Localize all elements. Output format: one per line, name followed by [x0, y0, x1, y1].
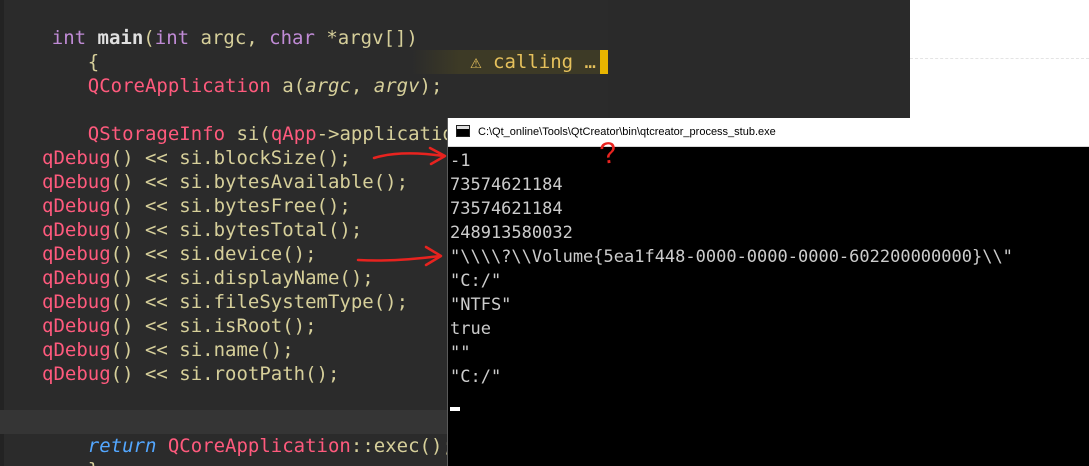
console-output-line: -1: [450, 151, 471, 171]
warning-marker[interactable]: [600, 50, 608, 74]
function-qdebug: qDebug: [42, 171, 111, 193]
function-qdebug: qDebug: [42, 267, 111, 289]
param-argc: argc,: [200, 27, 270, 49]
function-qdebug: qDebug: [42, 315, 111, 337]
console-cursor: [450, 407, 460, 411]
console-output-line: "NTFS": [450, 295, 512, 315]
qdebug-expression: () << si.bytesAvailable();: [110, 171, 409, 193]
qdebug-expression: () << si.bytesTotal();: [110, 219, 363, 241]
close-brace: }: [88, 459, 99, 466]
console-output-line: true: [450, 319, 491, 339]
console-window[interactable]: C:\Qt_online\Tools\QtCreator\bin\qtcreat…: [447, 118, 1089, 466]
background-panel-dark: [608, 0, 910, 118]
function-main: main: [97, 27, 144, 49]
code-line-qcoreapplication[interactable]: QCoreApplication a(argc, argv);: [42, 50, 443, 97]
qdebug-expression: () << si.displayName();: [110, 267, 374, 289]
qdebug-expression: () << si.name();: [110, 339, 294, 361]
red-arrow-icon: [356, 245, 443, 267]
paren: (: [143, 27, 155, 49]
code-line-qdebug[interactable]: qDebug() << si.rootPath();: [42, 362, 339, 386]
code-line-qdebug[interactable]: qDebug() << si.bytesTotal();: [42, 218, 362, 242]
console-output-line: "C:/": [450, 271, 502, 291]
keyword-char: char: [269, 27, 327, 49]
class-qcoreapplication: QCoreApplication: [167, 435, 351, 457]
keyword-int-param: int: [154, 27, 201, 49]
console-window-icon: [456, 125, 470, 137]
code-line-qdebug[interactable]: qDebug() << si.device();: [42, 242, 317, 266]
call-exec: ::exec();: [350, 435, 454, 457]
code-line-qdebug[interactable]: qDebug() << si.bytesFree();: [42, 194, 351, 218]
code-line-close-brace[interactable]: }: [42, 434, 99, 466]
macro-qapp: qApp: [270, 123, 317, 145]
console-output-line: 73574621184: [450, 175, 563, 195]
comma: ,: [350, 75, 374, 97]
code-line-qdebug[interactable]: qDebug() << si.blockSize();: [42, 146, 351, 170]
function-qdebug: qDebug: [42, 195, 111, 217]
arg-argc: argc: [305, 75, 351, 97]
warning-annotation[interactable]: ⚠ calling …: [412, 50, 600, 74]
code-line-return[interactable]: return QCoreApplication::exec();: [42, 410, 454, 457]
function-qdebug: qDebug: [42, 291, 111, 313]
param-argv: *argv[]): [326, 27, 418, 49]
code-line-open-brace[interactable]: {: [42, 26, 99, 73]
qdebug-expression: () << si.blockSize();: [110, 147, 351, 169]
background-panel-light: [910, 0, 1089, 118]
code-line-main-signature[interactable]: int main(int argc, char *argv[]): [6, 2, 418, 49]
statement-end: );: [419, 75, 443, 97]
class-qcoreapplication: QCoreApplication: [87, 75, 283, 97]
function-qdebug: qDebug: [42, 363, 111, 385]
class-qstorageinfo: QStorageInfo: [87, 123, 237, 145]
console-output-line: "\\\\?\\Volume{5ea1f448-0000-0000-0000-6…: [450, 247, 1013, 267]
qdebug-expression: () << si.bytesFree();: [110, 195, 351, 217]
dotted-divider: [910, 58, 1089, 59]
qdebug-expression: () << si.rootPath();: [110, 363, 340, 385]
qdebug-expression: () << si.isRoot();: [110, 315, 317, 337]
code-line-qdebug[interactable]: qDebug() << si.fileSystemType();: [42, 290, 408, 314]
code-line-qdebug[interactable]: qDebug() << si.isRoot();: [42, 314, 317, 338]
arg-argv: argv: [373, 75, 420, 97]
console-output-line: 248913580032: [450, 223, 573, 243]
var-si: si(: [236, 123, 271, 145]
console-titlebar[interactable]: C:\Qt_online\Tools\QtCreator\bin\qtcreat…: [448, 118, 1089, 147]
warning-triangle-icon: ⚠ calling …: [470, 51, 596, 73]
console-output-line: 73574621184: [450, 199, 563, 219]
function-qdebug: qDebug: [42, 243, 111, 265]
code-line-qdebug[interactable]: qDebug() << si.bytesAvailable();: [42, 170, 408, 194]
function-qdebug: qDebug: [42, 147, 111, 169]
code-line-qdebug[interactable]: qDebug() << si.name();: [42, 338, 294, 362]
console-title: C:\Qt_online\Tools\QtCreator\bin\qtcreat…: [478, 126, 776, 138]
console-output-line: "C:/": [450, 367, 502, 387]
keyword-return: return: [87, 435, 168, 457]
console-output-line: "": [450, 343, 471, 363]
code-line-qdebug[interactable]: qDebug() << si.displayName();: [42, 266, 374, 290]
editor-gutter-edge: [0, 0, 4, 466]
function-qdebug: qDebug: [42, 339, 111, 361]
qdebug-expression: () << si.fileSystemType();: [110, 291, 409, 313]
var-a: a(: [282, 75, 306, 97]
qdebug-expression: () << si.device();: [110, 243, 317, 265]
function-qdebug: qDebug: [42, 219, 111, 241]
red-arrow-icon: [372, 146, 447, 166]
